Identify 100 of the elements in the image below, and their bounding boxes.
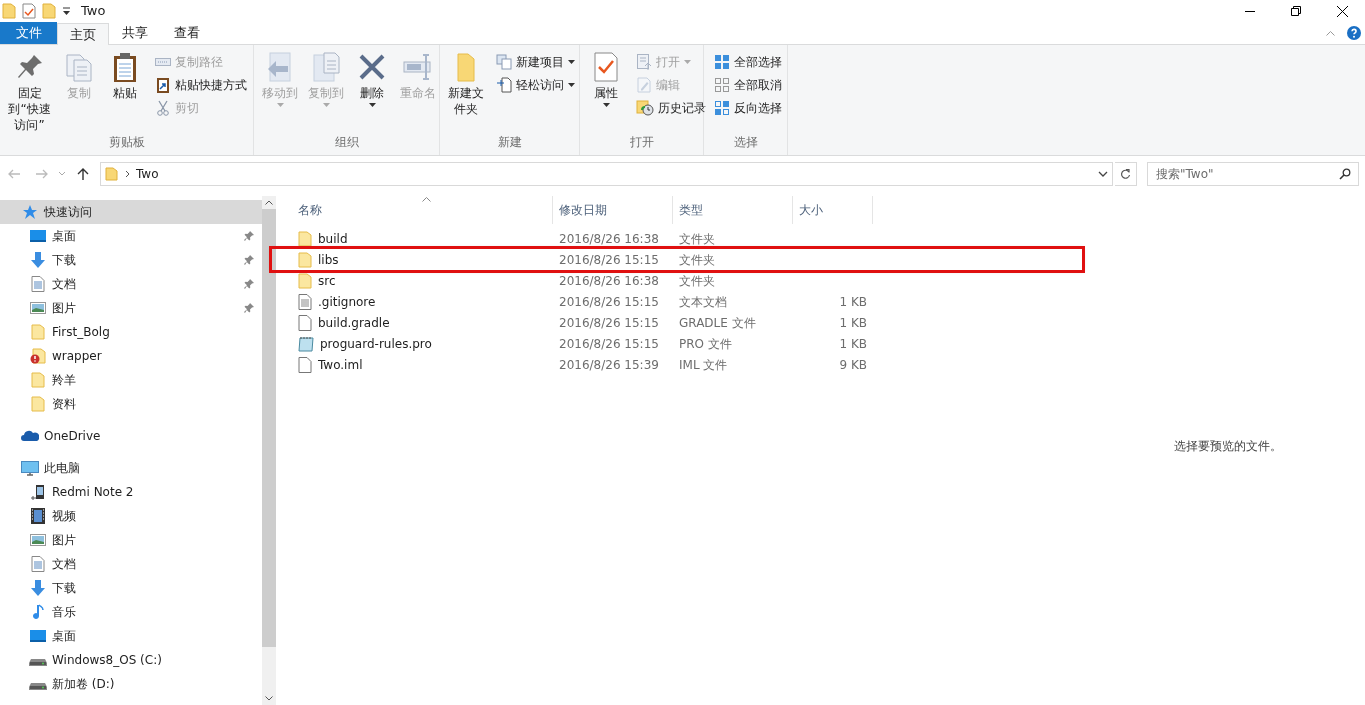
sidebar-item[interactable]: OneDrive: [0, 424, 262, 448]
column-header[interactable]: 名称: [292, 196, 553, 224]
open-icon: [636, 53, 652, 70]
document-icon: [31, 556, 45, 572]
computer-icon: [21, 460, 39, 476]
ribbon-button[interactable]: 固定到“快速访问”: [4, 51, 55, 133]
column-header[interactable]: 修改日期: [553, 196, 673, 224]
folder-icon: [105, 167, 119, 181]
ribbon-button[interactable]: 新建项目: [494, 51, 577, 72]
customize-toolbar-icon[interactable]: [62, 6, 71, 16]
recent-locations-icon[interactable]: [58, 171, 66, 177]
window-title: Two: [81, 2, 106, 21]
sidebar-item[interactable]: Windows8_OS (C:): [0, 648, 262, 672]
folder-icon: [298, 230, 312, 247]
ribbon-button[interactable]: 反向选择: [712, 97, 784, 118]
sidebar-item[interactable]: 音乐: [0, 600, 262, 624]
ribbon-tab[interactable]: 主页: [57, 23, 109, 45]
sidebar-item[interactable]: 图片: [0, 528, 262, 552]
new-item-icon: [496, 53, 512, 70]
sidebar-item[interactable]: 文档: [0, 552, 262, 576]
table-cell: 文件夹: [679, 273, 715, 288]
file-name[interactable]: .gitignore: [318, 292, 376, 311]
sidebar-item[interactable]: 文档: [0, 272, 262, 296]
column-header[interactable]: 类型: [673, 196, 793, 224]
cloud-icon: [21, 430, 39, 442]
file-name[interactable]: build: [318, 229, 348, 248]
ribbon-button[interactable]: 属性: [584, 51, 628, 133]
file-row[interactable]: build.gradle 2016/8/26 15:15 GRADLE 文件 1 KB: [272, 312, 1082, 333]
ribbon-tab[interactable]: 查看: [161, 22, 213, 44]
ribbon-button[interactable]: 粘贴: [103, 51, 147, 133]
dropdown-caret-icon: [684, 59, 691, 64]
table-cell: 2016/8/26 15:39: [559, 357, 659, 372]
sidebar-item[interactable]: 资料: [0, 392, 262, 416]
file-row[interactable]: libs 2016/8/26 15:15 文件夹: [272, 249, 1082, 270]
file-name[interactable]: build.gradle: [318, 313, 390, 332]
breadcrumb[interactable]: Two: [136, 165, 159, 183]
file-name[interactable]: src: [318, 271, 336, 290]
picture-icon: [30, 301, 46, 315]
ribbon-button[interactable]: 粘贴快捷方式: [153, 74, 249, 95]
dropdown-caret-icon: [276, 103, 284, 107]
ribbon-button[interactable]: 历史记录: [634, 97, 708, 118]
address-bar[interactable]: Two: [100, 162, 1113, 186]
file-name[interactable]: Two.iml: [318, 355, 363, 374]
desktop-icon: [30, 629, 46, 643]
folder-icon: [31, 372, 45, 388]
ribbon-button[interactable]: 删除: [350, 51, 394, 133]
file-icon: [298, 356, 312, 373]
sidebar-item[interactable]: 此电脑: [0, 456, 262, 480]
pin-icon: [244, 231, 254, 241]
sidebar-item[interactable]: 桌面: [0, 224, 262, 248]
sidebar-item[interactable]: 快速访问: [0, 200, 262, 224]
scroll-down-icon[interactable]: [265, 696, 273, 701]
path-icon: [155, 55, 171, 68]
sidebar-item[interactable]: First_Bolg: [0, 320, 262, 344]
breadcrumb-chevron-icon: [125, 170, 130, 178]
ribbon-button[interactable]: 新建文件夹: [444, 51, 488, 133]
sidebar-item[interactable]: 视频: [0, 504, 262, 528]
ribbon-button[interactable]: 全部选择: [712, 51, 784, 72]
ribbon-tab[interactable]: 共享: [109, 22, 161, 44]
document-icon: [31, 276, 45, 292]
group-label: 剪贴板: [108, 134, 145, 151]
sidebar-item[interactable]: 羚羊: [0, 368, 262, 392]
sidebar-item[interactable]: 桌面: [0, 624, 262, 648]
sort-ascending-icon: [422, 197, 431, 202]
folder-icon: [31, 396, 45, 412]
file-row[interactable]: src 2016/8/26 16:38 文件夹: [272, 270, 1082, 291]
scroll-up-icon[interactable]: [265, 200, 273, 205]
file-name[interactable]: libs: [318, 250, 339, 269]
file-row[interactable]: .gitignore 2016/8/26 15:15 文本文档 1 KB: [272, 291, 1082, 312]
table-cell: 2016/8/26 16:38: [559, 231, 659, 246]
collapse-ribbon-icon[interactable]: [1326, 30, 1335, 36]
scissors-icon: [155, 99, 171, 116]
file-tab[interactable]: 文件: [0, 22, 57, 44]
invert-selection-icon: [714, 99, 730, 116]
download-icon: [30, 580, 46, 596]
file-name[interactable]: proguard-rules.pro: [320, 334, 432, 353]
up-icon[interactable]: [76, 167, 90, 181]
file-row[interactable]: Two.iml 2016/8/26 15:39 IML 文件 9 KB: [272, 354, 1082, 375]
file-row[interactable]: proguard-rules.pro 2016/8/26 15:15 PRO 文件 1 KB: [272, 333, 1082, 354]
pin-icon: [244, 303, 254, 313]
text-file-icon: [298, 293, 312, 310]
refresh-button[interactable]: [1115, 162, 1137, 186]
file-row[interactable]: build 2016/8/26 16:38 文件夹: [272, 228, 1082, 249]
sidebar-item[interactable]: 下载: [0, 576, 262, 600]
help-icon[interactable]: [1347, 26, 1361, 40]
sidebar-item[interactable]: 新加卷 (D:): [0, 672, 262, 696]
properties-icon[interactable]: [22, 3, 36, 19]
preview-message: 选择要预览的文件。: [1173, 437, 1282, 455]
sidebar-item[interactable]: 下载: [0, 248, 262, 272]
sidebar-item[interactable]: wrapper: [0, 344, 262, 368]
table-cell: 2016/8/26 15:15: [559, 252, 659, 267]
sidebar-item[interactable]: 图片: [0, 296, 262, 320]
sidebar-item[interactable]: Redmi Note 2: [0, 480, 262, 504]
ribbon-button[interactable]: 全部取消: [712, 74, 784, 95]
ribbon-button[interactable]: 轻松访问: [494, 74, 577, 95]
search-field[interactable]: 搜索"Two": [1147, 162, 1359, 186]
dropdown-icon[interactable]: [1098, 170, 1108, 178]
folder-icon: [31, 324, 45, 340]
column-header[interactable]: 大小: [793, 196, 873, 224]
file-icon: [298, 314, 312, 331]
